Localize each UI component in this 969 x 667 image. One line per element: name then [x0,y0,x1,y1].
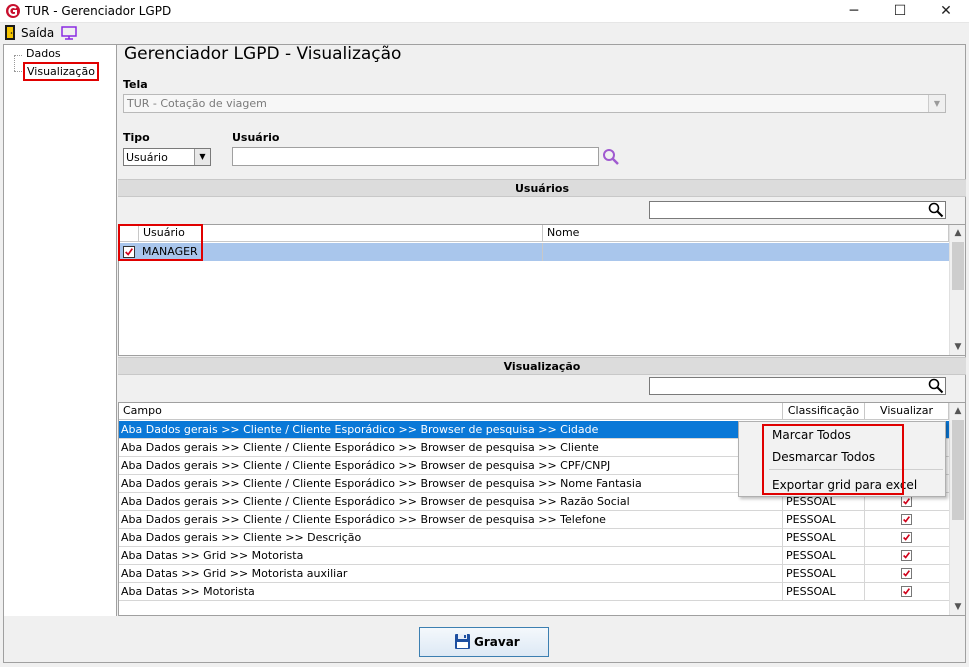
users-grid-header: Usuário Nome [119,225,949,242]
checkbox-checked-icon[interactable] [901,532,912,543]
column-header-nome[interactable]: Nome [543,225,949,242]
checkbox-checked-icon[interactable] [901,586,912,597]
visualizacao-vertical-scrollbar[interactable]: ▲ ▼ [949,403,965,615]
scroll-up-icon[interactable]: ▲ [950,225,966,241]
cell-campo: Aba Dados gerais >> Cliente / Cliente Es… [121,459,611,472]
checkbox-checked-icon[interactable] [901,514,912,525]
table-row[interactable]: Aba Datas >> Grid >> Motorista PESSOAL [119,547,949,565]
scroll-down-icon[interactable]: ▼ [950,339,966,355]
table-row[interactable]: Aba Datas >> Grid >> Motorista auxiliar … [119,565,949,583]
checkbox-checked-icon[interactable] [901,496,912,507]
cell-campo: Aba Dados gerais >> Cliente / Cliente Es… [121,513,606,526]
cell-classificacao: PESSOAL [786,585,836,598]
close-button[interactable]: ✕ [923,0,969,23]
table-row[interactable]: Aba Dados gerais >> Cliente / Cliente Es… [119,511,949,529]
tree-item-dados[interactable]: Dados [26,47,61,60]
search-icon[interactable] [928,378,944,394]
cell-campo: Aba Dados gerais >> Cliente / Cliente Es… [121,495,630,508]
tree-connector [14,71,22,72]
column-header-campo[interactable]: Campo [119,403,783,420]
column-divider [864,511,865,529]
usuario-label: Usuário [232,131,280,144]
highlight-box [762,424,904,495]
column-divider [782,547,783,565]
tela-label: Tela [123,78,148,91]
table-row[interactable]: Aba Dados gerais >> Cliente >> Descrição… [119,529,949,547]
column-divider [542,243,543,261]
cell-classificacao: PESSOAL [786,531,836,544]
cell-campo: Aba Datas >> Grid >> Motorista auxiliar [121,567,348,580]
column-divider [864,547,865,565]
tree-connector [14,55,15,71]
column-divider [782,565,783,583]
cell-classificacao: PESSOAL [786,567,836,580]
tela-select: TUR - Cotação de viagem ▼ [123,94,946,113]
tela-select-value: TUR - Cotação de viagem [127,97,267,110]
chevron-down-icon[interactable]: ▼ [194,149,210,165]
minimize-button[interactable]: ─ [831,0,877,23]
column-divider [782,583,783,601]
column-divider [864,529,865,547]
checkbox-checked-icon[interactable] [901,568,912,579]
column-header-classificacao[interactable]: Classificação [783,403,865,420]
cell-campo: Aba Dados gerais >> Cliente >> Descrição [121,531,362,544]
column-divider [864,583,865,601]
visualizacao-grid-header: Campo Classificação Visualizar [119,403,949,420]
usuarios-section-header: Usuários [118,179,966,197]
monitor-icon[interactable] [61,26,77,40]
scrollbar-thumb[interactable] [952,242,964,290]
window-title: TUR - Gerenciador LGPD [25,4,172,18]
maximize-button[interactable]: ☐ [877,0,923,23]
tree-item-visualizacao[interactable]: Visualização [23,62,99,81]
cell-campo: Aba Dados gerais >> Cliente / Cliente Es… [121,441,599,454]
cell-campo: Aba Dados gerais >> Cliente / Cliente Es… [121,423,599,436]
tipo-label: Tipo [123,131,150,144]
usuarios-search-input[interactable] [649,201,946,219]
floppy-disk-icon [455,634,470,649]
toolbar: Saída [0,23,969,44]
navigation-tree [4,45,117,616]
usuario-input[interactable] [232,147,599,166]
app-logo-icon [6,4,20,18]
search-icon[interactable] [928,202,944,218]
table-row[interactable]: Aba Datas >> Motorista PESSOAL [119,583,949,601]
page-title: Gerenciador LGPD - Visualização [124,44,402,64]
exit-label[interactable]: Saída [21,26,54,40]
column-divider [782,511,783,529]
column-header-visualizar[interactable]: Visualizar [865,403,949,420]
visualizacao-search-input[interactable] [649,377,946,395]
checkbox-checked-icon[interactable] [901,550,912,561]
highlight-box [118,224,203,261]
cell-campo: Aba Datas >> Grid >> Motorista [121,549,304,562]
scrollbar-thumb[interactable] [952,420,964,520]
exit-door-icon[interactable] [5,25,15,40]
save-button[interactable]: Gravar [419,627,549,657]
users-grid: Usuário Nome MANAGER ▲ ▼ [118,224,966,356]
save-button-label: Gravar [474,635,520,649]
cell-classificacao: PESSOAL [786,513,836,526]
tipo-select-value: Usuário [126,151,168,164]
column-divider [864,565,865,583]
chevron-down-icon: ▼ [928,95,945,112]
tipo-select[interactable]: Usuário ▼ [123,148,211,166]
search-icon[interactable] [602,148,620,166]
column-divider [782,529,783,547]
cell-campo: Aba Datas >> Motorista [121,585,255,598]
scroll-down-icon[interactable]: ▼ [950,599,966,615]
users-vertical-scrollbar[interactable]: ▲ ▼ [949,225,965,355]
table-row[interactable]: MANAGER [119,243,949,261]
cell-classificacao: PESSOAL [786,549,836,562]
tree-connector [14,55,22,56]
title-bar: TUR - Gerenciador LGPD ─ ☐ ✕ [0,0,969,23]
cell-campo: Aba Dados gerais >> Cliente / Cliente Es… [121,477,642,490]
visualizacao-section-header: Visualização [118,357,966,375]
scroll-up-icon[interactable]: ▲ [950,403,966,419]
